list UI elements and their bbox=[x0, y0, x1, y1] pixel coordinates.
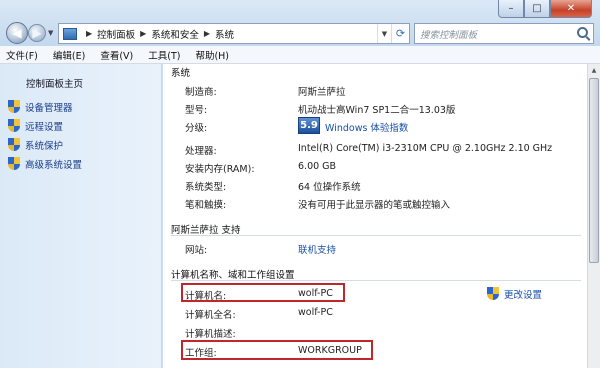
address-dropdown-button[interactable]: ▼ bbox=[377, 24, 391, 43]
menu-edit[interactable]: 编辑(E) bbox=[53, 48, 85, 62]
breadcrumb-item-control-panel[interactable]: 控制面板 bbox=[97, 27, 135, 41]
ram-label: 安装内存(RAM): bbox=[185, 164, 255, 175]
ram-value: 6.00 GB bbox=[298, 161, 337, 172]
menu-tools[interactable]: 工具(T) bbox=[148, 48, 180, 62]
section-divider bbox=[171, 280, 581, 281]
scroll-up-button[interactable]: ▲ bbox=[588, 64, 600, 77]
shield-icon bbox=[8, 119, 21, 133]
highlight-box-workgroup bbox=[181, 340, 373, 360]
window-controls: – □ ✕ bbox=[498, 0, 592, 18]
full-computer-name-label: 计算机全名: bbox=[185, 310, 236, 321]
title-bar: – □ ✕ ◀ ▶ ▼ ▶ 控制面板 ▶ 系统和安全 ▶ 系统 ▼ ⟳ 搜索控制… bbox=[0, 0, 600, 46]
breadcrumb-item-system-security[interactable]: 系统和安全 bbox=[151, 27, 199, 41]
minimize-button[interactable]: – bbox=[498, 0, 524, 18]
menu-bar: 文件(F) 编辑(E) 查看(V) 工具(T) 帮助(H) bbox=[0, 46, 600, 64]
sidebar-item-label: 系统保护 bbox=[25, 141, 64, 152]
shield-icon bbox=[487, 287, 500, 301]
section-title-system: 系统 bbox=[171, 68, 191, 79]
sidebar-item-device-manager[interactable]: 设备管理器 bbox=[8, 100, 73, 114]
pen-touch-label: 笔和触摸: bbox=[185, 200, 227, 211]
forward-button[interactable]: ▶ bbox=[28, 24, 46, 42]
refresh-button[interactable]: ⟳ bbox=[391, 24, 409, 43]
recent-pages-button[interactable]: ▼ bbox=[48, 29, 53, 37]
close-button[interactable]: ✕ bbox=[550, 0, 592, 18]
sidebar-home-link[interactable]: 控制面板主页 bbox=[26, 76, 83, 90]
chevron-right-icon: ▶ bbox=[86, 29, 93, 38]
shield-icon bbox=[8, 100, 21, 114]
sidebar-item-advanced-settings[interactable]: 高级系统设置 bbox=[8, 157, 82, 171]
back-button[interactable]: ◀ bbox=[6, 22, 28, 44]
change-settings-link[interactable]: 更改设置 bbox=[487, 287, 542, 301]
pen-touch-value: 没有可用于此显示器的笔或触控输入 bbox=[298, 200, 451, 211]
menu-help[interactable]: 帮助(H) bbox=[195, 48, 229, 62]
manufacturer-label: 制造商: bbox=[185, 87, 217, 98]
search-input[interactable]: 搜索控制面板 bbox=[414, 23, 594, 44]
experience-index-link[interactable]: Windows 体验指数 bbox=[325, 120, 408, 134]
scrollbar-thumb[interactable] bbox=[589, 78, 599, 263]
chevron-right-icon[interactable]: ▶ bbox=[140, 29, 146, 38]
computer-description-label: 计算机描述: bbox=[185, 329, 236, 340]
main-content: 系统 制造商: 阿斯兰萨拉 型号: 机动战士高Win7 SP1二合一13.03版… bbox=[163, 64, 587, 368]
sidebar-item-remote-settings[interactable]: 远程设置 bbox=[8, 119, 63, 133]
control-panel-icon bbox=[63, 27, 77, 40]
website-label: 网站: bbox=[185, 245, 208, 256]
highlight-box-computer-name bbox=[181, 283, 345, 302]
system-type-label: 系统类型: bbox=[185, 182, 227, 193]
refresh-icon: ⟳ bbox=[395, 27, 406, 40]
shield-icon bbox=[8, 157, 21, 171]
shield-icon bbox=[8, 138, 21, 152]
experience-score-badge[interactable]: 5.9 bbox=[298, 117, 320, 134]
arrow-left-icon: ◀ bbox=[12, 26, 22, 40]
menu-view[interactable]: 查看(V) bbox=[100, 48, 133, 62]
maximize-button[interactable]: □ bbox=[524, 0, 550, 18]
sidebar: 控制面板主页 设备管理器 远程设置 系统保护 高级系统设置 bbox=[0, 64, 162, 368]
sidebar-item-label: 设备管理器 bbox=[25, 103, 73, 114]
breadcrumb: ▶ 控制面板 ▶ 系统和安全 ▶ 系统 bbox=[81, 27, 234, 41]
section-title-support: 阿斯兰萨拉 支持 bbox=[171, 225, 241, 236]
model-label: 型号: bbox=[185, 105, 208, 116]
arrow-right-icon: ▶ bbox=[32, 26, 42, 40]
chevron-right-icon[interactable]: ▶ bbox=[204, 29, 210, 38]
search-placeholder: 搜索控制面板 bbox=[420, 29, 478, 41]
full-computer-name-value: wolf-PC bbox=[298, 307, 333, 318]
model-value: 机动战士高Win7 SP1二合一13.03版 bbox=[298, 105, 456, 116]
breadcrumb-item-system[interactable]: 系统 bbox=[215, 27, 234, 41]
sidebar-item-label: 远程设置 bbox=[25, 122, 64, 133]
search-icon[interactable] bbox=[577, 27, 588, 38]
section-title-computer-name: 计算机名称、域和工作组设置 bbox=[171, 270, 295, 281]
change-settings-label: 更改设置 bbox=[504, 290, 543, 301]
vertical-scrollbar[interactable]: ▲ bbox=[587, 64, 600, 368]
sidebar-item-system-protection[interactable]: 系统保护 bbox=[8, 138, 63, 152]
section-divider bbox=[171, 235, 581, 236]
sidebar-item-label: 高级系统设置 bbox=[25, 160, 83, 171]
online-support-link[interactable]: 联机支持 bbox=[298, 242, 336, 256]
address-bar[interactable]: ▶ 控制面板 ▶ 系统和安全 ▶ 系统 ▼ ⟳ bbox=[58, 23, 410, 44]
menu-file[interactable]: 文件(F) bbox=[6, 48, 38, 62]
processor-value: Intel(R) Core(TM) i3-2310M CPU @ 2.10GHz… bbox=[298, 143, 553, 154]
address-actions: ▼ ⟳ bbox=[377, 24, 409, 43]
manufacturer-value: 阿斯兰萨拉 bbox=[298, 87, 346, 98]
rating-label: 分级: bbox=[185, 123, 208, 134]
processor-label: 处理器: bbox=[185, 146, 217, 157]
system-type-value: 64 位操作系统 bbox=[298, 182, 361, 193]
